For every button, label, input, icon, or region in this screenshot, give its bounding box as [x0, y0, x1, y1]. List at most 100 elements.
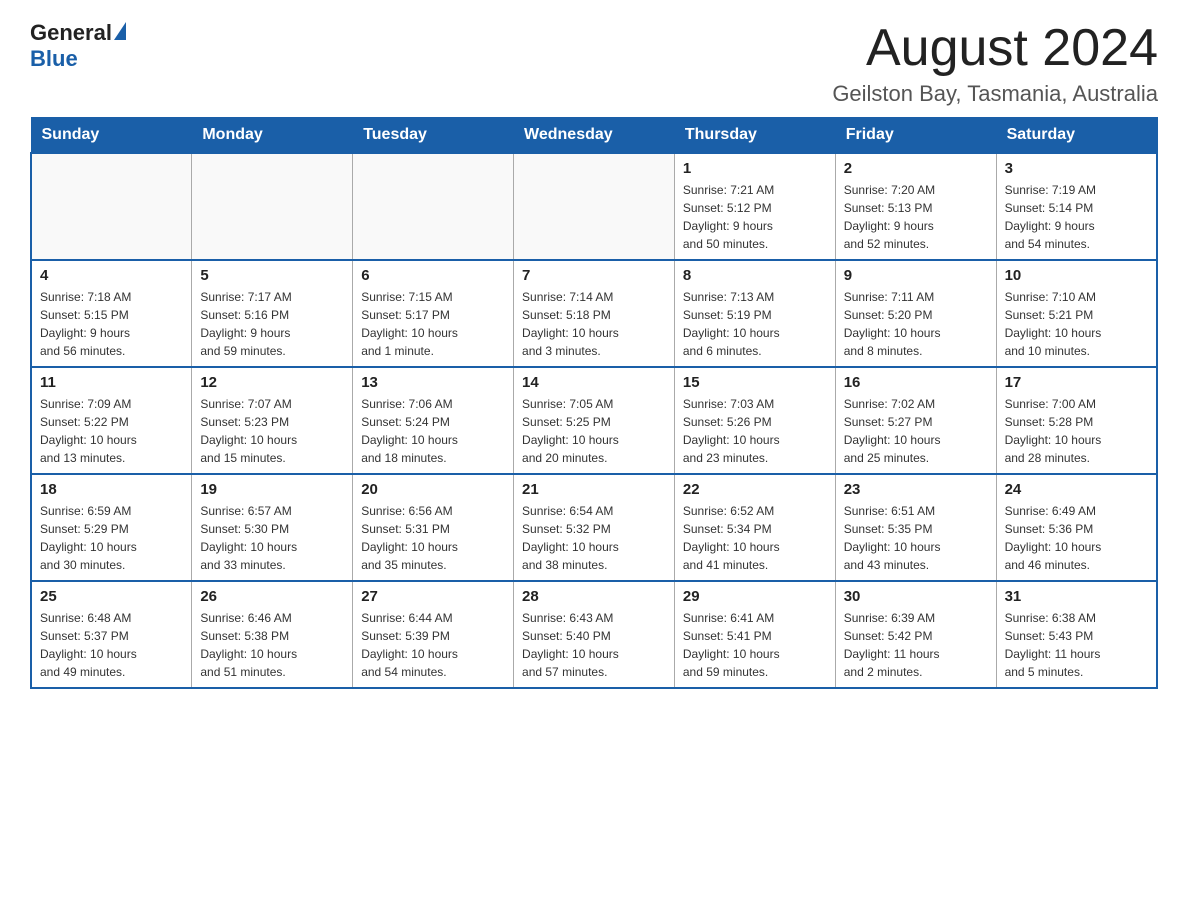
calendar-cell — [514, 153, 675, 260]
logo: General Blue — [30, 20, 126, 72]
calendar-header-saturday: Saturday — [996, 118, 1157, 154]
day-info: Sunrise: 7:11 AMSunset: 5:20 PMDaylight:… — [844, 288, 988, 360]
day-number: 31 — [1005, 588, 1148, 605]
day-number: 27 — [361, 588, 505, 605]
day-number: 6 — [361, 267, 505, 284]
day-info: Sunrise: 6:52 AMSunset: 5:34 PMDaylight:… — [683, 502, 827, 574]
calendar-cell: 6Sunrise: 7:15 AMSunset: 5:17 PMDaylight… — [353, 260, 514, 367]
day-number: 12 — [200, 374, 344, 391]
day-info: Sunrise: 6:57 AMSunset: 5:30 PMDaylight:… — [200, 502, 344, 574]
calendar-cell: 28 Sunrise: 6:43 AMSunset: 5:40 PMDayligh… — [514, 581, 675, 688]
calendar-cell: 10Sunrise: 7:10 AMSunset: 5:21 PMDayligh… — [996, 260, 1157, 367]
day-number: 21 — [522, 481, 666, 498]
day-info: Sunrise: 7:21 AMSunset: 5:12 PMDaylight:… — [683, 181, 827, 253]
calendar-week-row: 11 Sunrise: 7:09 AMSunset: 5:22 PMDayligh… — [31, 367, 1157, 474]
day-info: Sunrise: 7:02 AMSunset: 5:27 PMDaylight:… — [844, 395, 988, 467]
day-info: Sunrise: 6:38 AMSunset: 5:43 PMDaylight:… — [1005, 609, 1148, 681]
day-info: Sunrise: 6:54 AMSunset: 5:32 PMDaylight:… — [522, 502, 666, 574]
day-info: Sunrise: 6:51 AMSunset: 5:35 PMDaylight:… — [844, 502, 988, 574]
calendar-cell: 25Sunrise: 6:48 AMSunset: 5:37 PMDayligh… — [31, 581, 192, 688]
calendar-header-sunday: Sunday — [31, 118, 192, 154]
calendar-cell: 4 Sunrise: 7:18 AMSunset: 5:15 PMDaylight… — [31, 260, 192, 367]
day-info: Sunrise: 6:56 AMSunset: 5:31 PMDaylight:… — [361, 502, 505, 574]
day-number: 29 — [683, 588, 827, 605]
day-number: 8 — [683, 267, 827, 284]
day-number: 15 — [683, 374, 827, 391]
day-number: 19 — [200, 481, 344, 498]
calendar-week-row: 18 Sunrise: 6:59 AMSunset: 5:29 PMDayligh… — [31, 474, 1157, 581]
calendar-cell: 30 Sunrise: 6:39 AMSunset: 5:42 PMDayligh… — [835, 581, 996, 688]
calendar-cell: 9 Sunrise: 7:11 AMSunset: 5:20 PMDaylight… — [835, 260, 996, 367]
day-number: 17 — [1005, 374, 1148, 391]
day-info: Sunrise: 7:05 AMSunset: 5:25 PMDaylight:… — [522, 395, 666, 467]
day-number: 23 — [844, 481, 988, 498]
day-info: Sunrise: 7:18 AMSunset: 5:15 PMDaylight:… — [40, 288, 183, 360]
calendar-cell: 11 Sunrise: 7:09 AMSunset: 5:22 PMDayligh… — [31, 367, 192, 474]
day-info: Sunrise: 7:10 AMSunset: 5:21 PMDaylight:… — [1005, 288, 1148, 360]
logo-general-text: General — [30, 20, 112, 46]
calendar-week-row: 25Sunrise: 6:48 AMSunset: 5:37 PMDayligh… — [31, 581, 1157, 688]
day-info: Sunrise: 6:39 AMSunset: 5:42 PMDaylight:… — [844, 609, 988, 681]
day-info: Sunrise: 7:20 AMSunset: 5:13 PMDaylight:… — [844, 181, 988, 253]
calendar-cell: 26 Sunrise: 6:46 AMSunset: 5:38 PMDayligh… — [192, 581, 353, 688]
day-number: 7 — [522, 267, 666, 284]
day-number: 1 — [683, 160, 827, 177]
calendar-cell: 29Sunrise: 6:41 AMSunset: 5:41 PMDayligh… — [674, 581, 835, 688]
calendar-cell: 3 Sunrise: 7:19 AMSunset: 5:14 PMDaylight… — [996, 153, 1157, 260]
day-info: Sunrise: 7:14 AMSunset: 5:18 PMDaylight:… — [522, 288, 666, 360]
calendar-cell: 23 Sunrise: 6:51 AMSunset: 5:35 PMDayligh… — [835, 474, 996, 581]
day-number: 2 — [844, 160, 988, 177]
day-number: 5 — [200, 267, 344, 284]
day-info: Sunrise: 7:07 AMSunset: 5:23 PMDaylight:… — [200, 395, 344, 467]
calendar-cell: 31 Sunrise: 6:38 AMSunset: 5:43 PMDayligh… — [996, 581, 1157, 688]
day-info: Sunrise: 6:43 AMSunset: 5:40 PMDaylight:… — [522, 609, 666, 681]
day-number: 30 — [844, 588, 988, 605]
logo-triangle-icon — [114, 22, 126, 40]
day-info: Sunrise: 6:46 AMSunset: 5:38 PMDaylight:… — [200, 609, 344, 681]
day-number: 20 — [361, 481, 505, 498]
day-number: 18 — [40, 481, 183, 498]
day-info: Sunrise: 7:13 AMSunset: 5:19 PMDaylight:… — [683, 288, 827, 360]
location-title: Geilston Bay, Tasmania, Australia — [832, 81, 1158, 107]
day-number: 14 — [522, 374, 666, 391]
calendar-cell — [192, 153, 353, 260]
day-number: 11 — [40, 374, 183, 391]
calendar-cell: 24Sunrise: 6:49 AMSunset: 5:36 PMDayligh… — [996, 474, 1157, 581]
calendar-cell: 1 Sunrise: 7:21 AMSunset: 5:12 PMDaylight… — [674, 153, 835, 260]
calendar-cell — [31, 153, 192, 260]
day-number: 26 — [200, 588, 344, 605]
calendar-cell — [353, 153, 514, 260]
day-info: Sunrise: 6:59 AMSunset: 5:29 PMDaylight:… — [40, 502, 183, 574]
day-number: 3 — [1005, 160, 1148, 177]
day-info: Sunrise: 6:49 AMSunset: 5:36 PMDaylight:… — [1005, 502, 1148, 574]
calendar-week-row: 1 Sunrise: 7:21 AMSunset: 5:12 PMDaylight… — [31, 153, 1157, 260]
calendar-header-tuesday: Tuesday — [353, 118, 514, 154]
day-info: Sunrise: 7:00 AMSunset: 5:28 PMDaylight:… — [1005, 395, 1148, 467]
month-title: August 2024 — [832, 20, 1158, 77]
page-header: General Blue August 2024 Geilston Bay, T… — [30, 20, 1158, 107]
day-info: Sunrise: 6:48 AMSunset: 5:37 PMDaylight:… — [40, 609, 183, 681]
day-number: 16 — [844, 374, 988, 391]
calendar-header-wednesday: Wednesday — [514, 118, 675, 154]
day-info: Sunrise: 7:19 AMSunset: 5:14 PMDaylight:… — [1005, 181, 1148, 253]
calendar-header-friday: Friday — [835, 118, 996, 154]
calendar-week-row: 4 Sunrise: 7:18 AMSunset: 5:15 PMDaylight… — [31, 260, 1157, 367]
day-number: 13 — [361, 374, 505, 391]
calendar-cell: 21 Sunrise: 6:54 AMSunset: 5:32 PMDayligh… — [514, 474, 675, 581]
day-info: Sunrise: 6:44 AMSunset: 5:39 PMDaylight:… — [361, 609, 505, 681]
day-info: Sunrise: 7:17 AMSunset: 5:16 PMDaylight:… — [200, 288, 344, 360]
calendar-cell: 18 Sunrise: 6:59 AMSunset: 5:29 PMDayligh… — [31, 474, 192, 581]
calendar-cell: 12 Sunrise: 7:07 AMSunset: 5:23 PMDayligh… — [192, 367, 353, 474]
calendar-cell: 15 Sunrise: 7:03 AMSunset: 5:26 PMDayligh… — [674, 367, 835, 474]
calendar-cell: 17 Sunrise: 7:00 AMSunset: 5:28 PMDayligh… — [996, 367, 1157, 474]
calendar-cell: 13Sunrise: 7:06 AMSunset: 5:24 PMDayligh… — [353, 367, 514, 474]
day-number: 9 — [844, 267, 988, 284]
calendar-header-thursday: Thursday — [674, 118, 835, 154]
calendar-cell: 2 Sunrise: 7:20 AMSunset: 5:13 PMDaylight… — [835, 153, 996, 260]
day-info: Sunrise: 7:09 AMSunset: 5:22 PMDaylight:… — [40, 395, 183, 467]
calendar-header-monday: Monday — [192, 118, 353, 154]
day-number: 28 — [522, 588, 666, 605]
day-number: 4 — [40, 267, 183, 284]
calendar-cell: 7 Sunrise: 7:14 AMSunset: 5:18 PMDaylight… — [514, 260, 675, 367]
day-info: Sunrise: 7:03 AMSunset: 5:26 PMDaylight:… — [683, 395, 827, 467]
